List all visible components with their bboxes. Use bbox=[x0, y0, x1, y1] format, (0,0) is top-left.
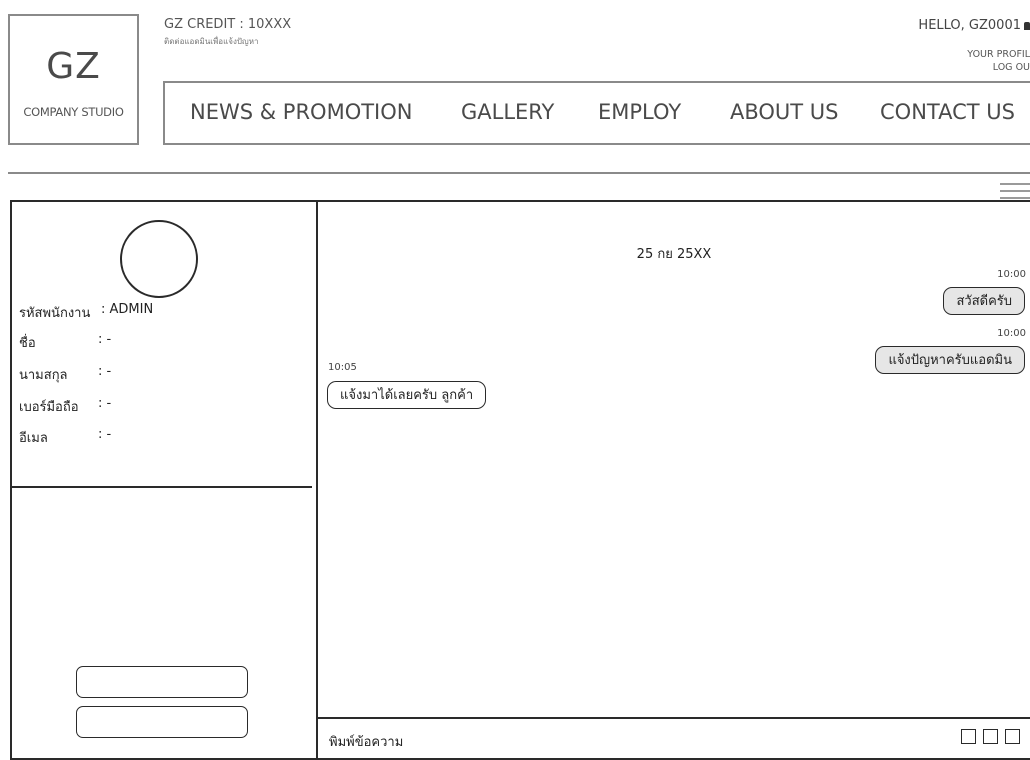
square-icon[interactable] bbox=[983, 729, 998, 744]
email-label: อีเมล bbox=[19, 431, 48, 446]
profile-link[interactable]: YOUR PROFIL bbox=[967, 49, 1030, 60]
last-name-value: : - bbox=[98, 364, 112, 379]
profile-button-1[interactable] bbox=[76, 666, 248, 698]
message-time: 10:00 bbox=[997, 269, 1026, 280]
panel-divider bbox=[316, 200, 318, 760]
message-time: 10:05 bbox=[328, 362, 357, 373]
first-name-value: : - bbox=[98, 332, 112, 347]
company-logo[interactable]: GZ COMPANY STUDIO bbox=[8, 14, 139, 145]
profile-divider bbox=[12, 486, 312, 488]
nav-employ[interactable]: EMPLOY bbox=[598, 100, 681, 124]
credit-label: GZ CREDIT : 10XXX bbox=[164, 17, 292, 32]
hamburger-icon[interactable] bbox=[1000, 179, 1030, 201]
greeting: HELLO, GZ0001 bbox=[918, 18, 1030, 33]
logo-text: GZ bbox=[46, 46, 101, 87]
chat-date: 25 กย 25XX bbox=[636, 247, 712, 262]
credit-contact-link[interactable]: ติดต่อแอดมินเพื่อแจ้งปัญหา bbox=[164, 35, 259, 48]
hamburger-line bbox=[1000, 183, 1030, 185]
hamburger-line bbox=[1000, 190, 1030, 192]
last-name-label: นามสกุล bbox=[19, 368, 68, 383]
square-icon[interactable] bbox=[1005, 729, 1020, 744]
employee-id-value: : ADMIN bbox=[101, 302, 154, 317]
input-divider bbox=[318, 717, 1030, 719]
avatar[interactable] bbox=[120, 220, 198, 298]
square-icon[interactable] bbox=[961, 729, 976, 744]
header-divider bbox=[8, 172, 1030, 174]
message-bubble-outgoing: สวัสดีครับ bbox=[943, 287, 1025, 315]
message-bubble-outgoing: แจ้งปัญหาครับแอดมิน bbox=[875, 346, 1025, 374]
phone-label: เบอร์มือถือ bbox=[19, 400, 79, 415]
nav-news-promotion[interactable]: NEWS & PROMOTION bbox=[190, 100, 413, 124]
nav-contact-us[interactable]: CONTACT US bbox=[880, 100, 1015, 124]
message-input[interactable]: พิมพ์ข้อความ bbox=[329, 731, 403, 752]
logout-link[interactable]: LOG OU bbox=[993, 62, 1030, 73]
employee-id-label: รหัสพนักงาน bbox=[19, 306, 91, 321]
greeting-text: HELLO, GZ0001 bbox=[918, 18, 1021, 33]
profile-button-2[interactable] bbox=[76, 706, 248, 738]
hamburger-line bbox=[1000, 197, 1030, 199]
lock-icon bbox=[1024, 21, 1030, 30]
logo-subtext: COMPANY STUDIO bbox=[23, 105, 124, 119]
nav-gallery[interactable]: GALLERY bbox=[461, 100, 554, 124]
message-time: 10:00 bbox=[997, 328, 1026, 339]
email-value: : - bbox=[98, 427, 112, 442]
phone-value: : - bbox=[98, 396, 112, 411]
message-bubble-incoming: แจ้งมาได้เลยครับ ลูกค้า bbox=[327, 381, 487, 409]
first-name-label: ชื่อ bbox=[19, 336, 36, 351]
nav-about-us[interactable]: ABOUT US bbox=[730, 100, 839, 124]
